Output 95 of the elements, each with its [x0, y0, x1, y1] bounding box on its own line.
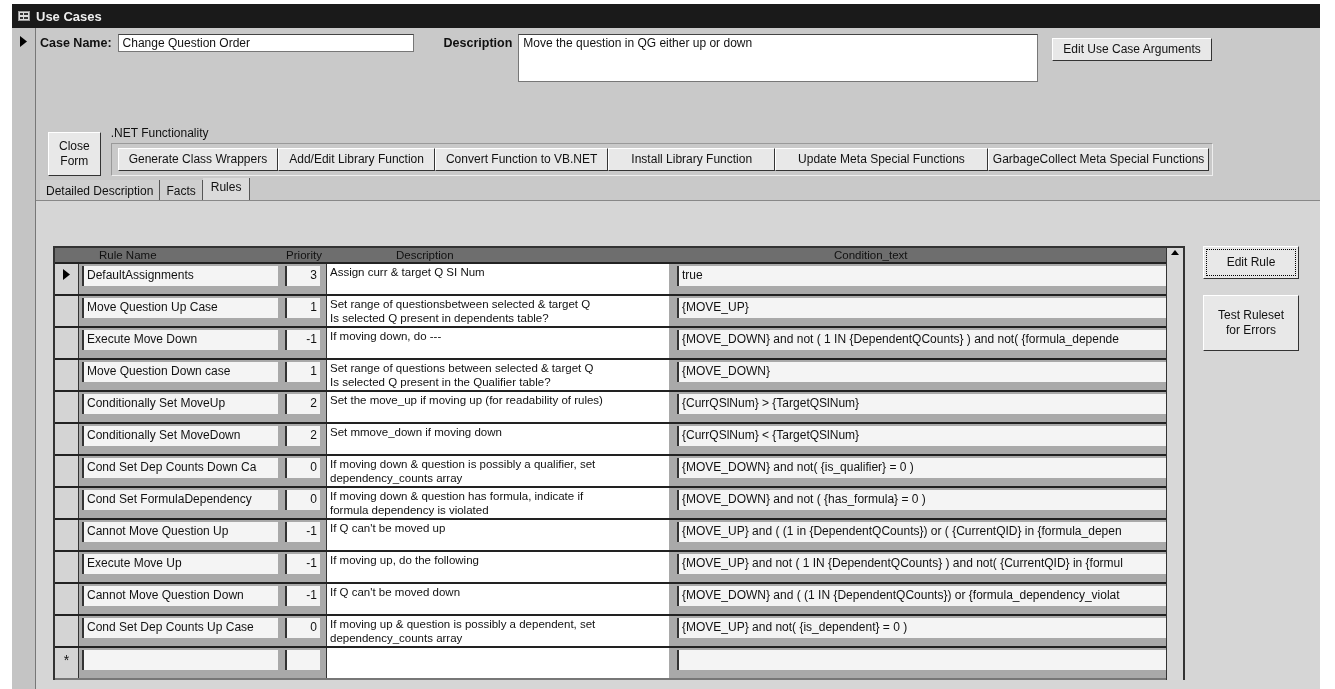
- current-row-icon: [63, 269, 70, 280]
- description-cell[interactable]: Set mmove_down if moving down: [326, 424, 669, 454]
- close-form-button[interactable]: Close Form: [48, 132, 101, 176]
- condition-cell[interactable]: {MOVE_UP} and ( (1 in {DependentQCounts}) or ( {CurrentQID} in {formula_depen: [677, 522, 1166, 542]
- function-button[interactable]: Add/Edit Library Function: [278, 148, 435, 171]
- priority-cell[interactable]: 2: [285, 394, 320, 414]
- current-record-icon: [20, 36, 27, 47]
- row-selector[interactable]: [55, 456, 79, 486]
- row-selector[interactable]: [55, 552, 79, 582]
- description-cell[interactable]: If moving up & question is possibly a dependent, set dependency_counts array: [326, 616, 669, 646]
- scrollbar[interactable]: [1166, 248, 1183, 680]
- condition-cell[interactable]: [677, 650, 1166, 670]
- rule-name-cell[interactable]: Execute Move Up: [82, 554, 278, 574]
- row-selector[interactable]: [55, 360, 79, 390]
- column-header: Description: [395, 248, 455, 262]
- condition-cell[interactable]: {MOVE_DOWN} and not ( 1 IN {DependentQCounts} ) and not( {formula_depende: [677, 330, 1166, 350]
- condition-cell[interactable]: {CurrQSlNum} < {TargetQSlNum}: [677, 426, 1166, 446]
- field-label: Description: [443, 35, 513, 50]
- rule-name-cell[interactable]: Conditionally Set MoveUp: [82, 394, 278, 414]
- priority-cell[interactable]: 2: [285, 426, 320, 446]
- description-cell[interactable]: If moving down & question has formula, indicate if formula dependency is violated: [326, 488, 669, 518]
- condition-cell[interactable]: {MOVE_DOWN} and ( (1 IN {DependentQCounts}) or {formula_dependency_violat: [677, 586, 1166, 606]
- condition-cell[interactable]: {CurrQSlNum} > {TargetQSlNum}: [677, 394, 1166, 414]
- rule-name-cell[interactable]: Move Question Down case: [82, 362, 278, 382]
- condition-cell[interactable]: {MOVE_UP} and not ( 1 IN {DependentQCounts} ) and not( {CurrentQID} in {formul: [677, 554, 1166, 574]
- rule-name-cell[interactable]: DefaultAssignments: [82, 266, 278, 286]
- form-icon: [18, 11, 30, 21]
- case-name-field[interactable]: Change Question Order: [117, 34, 414, 52]
- side-button[interactable]: Test Ruleset for Errors: [1203, 295, 1300, 351]
- priority-cell[interactable]: [285, 650, 320, 670]
- row-selector[interactable]: [55, 424, 79, 454]
- tab[interactable]: Rules: [202, 178, 251, 200]
- priority-cell[interactable]: 0: [285, 458, 320, 478]
- row-selector[interactable]: [55, 584, 79, 614]
- side-button[interactable]: Edit Rule: [1203, 246, 1300, 279]
- row-selector[interactable]: [55, 616, 79, 646]
- rule-name-cell[interactable]: Conditionally Set MoveDown: [82, 426, 278, 446]
- new-record-marker: *: [63, 653, 70, 667]
- rule-name-cell[interactable]: Cannot Move Question Up: [82, 522, 278, 542]
- condition-cell[interactable]: {MOVE_DOWN} and not ( {has_formula} = 0 ): [677, 490, 1166, 510]
- row-selector[interactable]: [55, 520, 79, 550]
- tab[interactable]: Facts: [160, 180, 203, 200]
- description-cell[interactable]: If moving down, do ---: [326, 328, 669, 358]
- row-selector[interactable]: [55, 328, 79, 358]
- description-cell[interactable]: If moving down & question is possibly a qualifier, set dependency_counts array: [326, 456, 669, 486]
- column-header: Rule Name: [98, 248, 158, 262]
- rule-name-cell[interactable]: Cond Set FormulaDependency: [82, 490, 278, 510]
- tab[interactable]: Detailed Description: [40, 180, 161, 200]
- scroll-up-icon[interactable]: [1171, 250, 1179, 255]
- description-cell[interactable]: If Q can't be moved up: [326, 520, 669, 550]
- priority-cell[interactable]: 0: [285, 618, 320, 638]
- column-header: Condition_text: [833, 248, 909, 262]
- window-title: Use Cases: [36, 8, 102, 24]
- description-cell[interactable]: [326, 648, 669, 678]
- priority-cell[interactable]: 1: [285, 362, 320, 382]
- row-selector[interactable]: [55, 264, 79, 294]
- row-selector[interactable]: *: [55, 648, 79, 678]
- condition-cell[interactable]: {MOVE_DOWN} and not( {is_qualifier} = 0 ): [677, 458, 1166, 478]
- function-button[interactable]: Generate Class Wrappers: [117, 148, 279, 171]
- field-label: Case Name:: [40, 35, 112, 50]
- priority-cell[interactable]: -1: [285, 554, 320, 574]
- record-selector[interactable]: [12, 28, 36, 689]
- edit-arguments-button[interactable]: Edit Use Case Arguments: [1052, 38, 1212, 61]
- rule-name-cell[interactable]: Cond Set Dep Counts Up Case: [82, 618, 278, 638]
- group-title: .NET Functionality: [110, 126, 210, 140]
- column-header: Priority: [285, 248, 323, 262]
- rule-name-cell[interactable]: Cannot Move Question Down: [82, 586, 278, 606]
- priority-cell[interactable]: 3: [285, 266, 320, 286]
- row-selector[interactable]: [55, 392, 79, 422]
- priority-cell[interactable]: 0: [285, 490, 320, 510]
- row-selector[interactable]: [55, 296, 79, 326]
- condition-cell[interactable]: {MOVE_UP} and not( {is_dependent} = 0 ): [677, 618, 1166, 638]
- description-field[interactable]: Move the question in QG either up or down: [518, 34, 1039, 82]
- condition-cell[interactable]: {MOVE_DOWN}: [677, 362, 1166, 382]
- description-cell[interactable]: Set the move_up if moving up (for readability of rules): [326, 392, 669, 422]
- description-cell[interactable]: Assign curr & target Q SI Num: [326, 264, 669, 294]
- priority-cell[interactable]: -1: [285, 330, 320, 350]
- priority-cell[interactable]: -1: [285, 522, 320, 542]
- row-selector[interactable]: [55, 488, 79, 518]
- rule-name-cell[interactable]: Cond Set Dep Counts Down Ca: [82, 458, 278, 478]
- rule-name-cell[interactable]: [82, 650, 278, 670]
- function-button[interactable]: Update Meta Special Functions: [775, 148, 988, 171]
- priority-cell[interactable]: 1: [285, 298, 320, 318]
- description-cell[interactable]: If moving up, do the following: [326, 552, 669, 582]
- description-cell[interactable]: Set range of questions between selected & target Q Is selected Q present in the Qualifier table?: [326, 360, 669, 390]
- description-cell[interactable]: If Q can't be moved down: [326, 584, 669, 614]
- function-button[interactable]: Install Library Function: [608, 148, 776, 171]
- function-button[interactable]: Convert Function to VB.NET: [434, 148, 609, 171]
- description-cell[interactable]: Set range of questionsbetween selected & target Q Is selected Q present in dependents table?: [326, 296, 669, 326]
- condition-cell[interactable]: true: [677, 266, 1166, 286]
- rule-name-cell[interactable]: Move Question Up Case: [82, 298, 278, 318]
- rule-name-cell[interactable]: Execute Move Down: [82, 330, 278, 350]
- function-button[interactable]: GarbageCollect Meta Special Functions: [987, 148, 1210, 171]
- condition-cell[interactable]: {MOVE_UP}: [677, 298, 1166, 318]
- priority-cell[interactable]: -1: [285, 586, 320, 606]
